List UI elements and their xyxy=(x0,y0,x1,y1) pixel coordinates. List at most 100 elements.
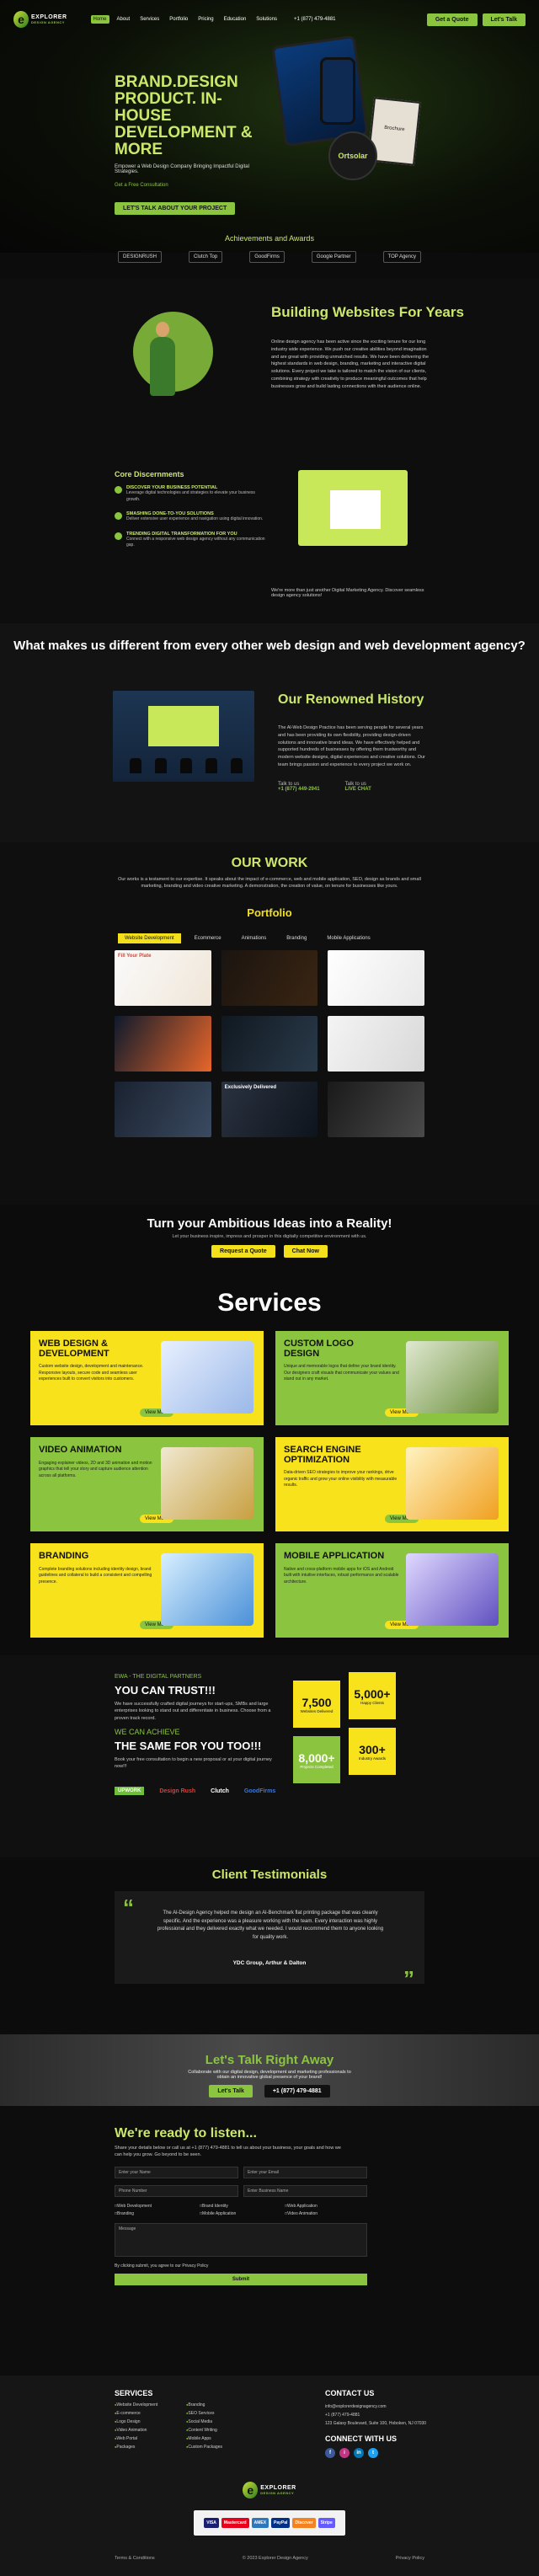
portfolio-thumb[interactable] xyxy=(328,1082,424,1137)
footer: SERVICES Website Development Branding E-… xyxy=(0,2376,539,2576)
live-chat-link: LIVE CHAT xyxy=(344,787,371,792)
checkbox-branding[interactable]: Branding xyxy=(115,2211,197,2216)
web-design-art xyxy=(161,1341,253,1414)
talk-subtitle: Collaborate with our digital design, dev… xyxy=(188,2070,351,2080)
partner-logo: Design Rush xyxy=(159,1788,196,1794)
phone-field[interactable]: Phone Number xyxy=(115,2185,238,2197)
hero-devices-illustration: Brochure Ortsolar xyxy=(271,35,421,188)
footer-link[interactable]: E-commerce xyxy=(115,2411,178,2416)
core-item: SMASHING DONE-TO-YOU SOLUTIONS Deliver ex… xyxy=(115,511,266,523)
chat-block[interactable]: Talk to us LIVE CHAT xyxy=(345,782,371,792)
chat-now-button[interactable]: Chat Now xyxy=(283,1245,328,1258)
email-field[interactable]: Enter your Email xyxy=(243,2167,367,2178)
name-field[interactable]: Enter your Name xyxy=(115,2167,238,2178)
service-card-video-animation: VIDEO ANIMATION Engaging explainer videos… xyxy=(30,1437,264,1531)
tab-animations[interactable]: Animations xyxy=(235,933,274,943)
footer-link[interactable]: Content Writing xyxy=(186,2428,249,2433)
brand-logo[interactable]: e EXPLORER DESIGN AGENCY xyxy=(13,11,67,28)
hero-title: BRAND.DESIGN PRODUCT. IN-HOUSE DEVELOPME… xyxy=(115,73,253,158)
nav-services[interactable]: Services xyxy=(137,15,162,24)
facebook-icon[interactable]: f xyxy=(325,2448,335,2458)
portfolio-thumb[interactable] xyxy=(221,1016,318,1072)
talk-phone-button[interactable]: +1 (877) 479-4881 xyxy=(264,2085,330,2098)
nav-home[interactable]: Home xyxy=(90,15,109,24)
achieve-text: Book your free consultation to begin a n… xyxy=(115,1757,272,1770)
nav-about[interactable]: About xyxy=(115,15,133,24)
portfolio-thumb[interactable]: Fill Your Plate xyxy=(115,950,211,1006)
footer-link[interactable]: Logo Design xyxy=(115,2419,178,2424)
footer-link[interactable]: Custom Packages xyxy=(186,2445,249,2450)
checkbox-web-development[interactable]: Web Development xyxy=(115,2204,197,2209)
mastercard-icon: Mastercard xyxy=(221,2518,249,2528)
footer-link[interactable]: SEO Services xyxy=(186,2411,249,2416)
footer-link[interactable]: Social Media xyxy=(186,2419,249,2424)
footer-link[interactable]: Web Portal xyxy=(115,2436,178,2441)
portfolio-thumb[interactable] xyxy=(221,950,318,1006)
testimonial-card: “ The Al-Design Agency helped me design … xyxy=(115,1891,424,1991)
partner-logo: UPWORK xyxy=(115,1787,145,1795)
form-subtitle: Share your details below or call us at +… xyxy=(115,2146,341,2158)
nav-education[interactable]: Education xyxy=(221,15,249,24)
quote-close-icon: ” xyxy=(403,1966,414,1991)
amex-icon: AMEX xyxy=(251,2518,270,2528)
lets-talk-button[interactable]: Let's Talk xyxy=(482,13,526,26)
nav-portfolio[interactable]: Portfolio xyxy=(167,15,190,24)
portfolio-thumb[interactable] xyxy=(328,950,424,1006)
main-nav: Home About Services Portfolio Pricing Ed… xyxy=(90,15,339,24)
footer-link[interactable]: Mobile Apps xyxy=(186,2436,249,2441)
portfolio-thumb[interactable]: Exclusively Delivered xyxy=(221,1082,318,1137)
footer-link[interactable]: Website Development xyxy=(115,2402,178,2408)
twitter-icon[interactable]: t xyxy=(368,2448,378,2458)
tab-ecommerce[interactable]: Ecommerce xyxy=(188,933,228,943)
core-list: DISCOVER YOUR BUSINESS POTENTIAL Leverage… xyxy=(115,485,266,558)
work-title: OUR WORK xyxy=(231,856,308,870)
get-quote-button[interactable]: Get a Quote xyxy=(426,13,478,26)
award-badge: Google Partner xyxy=(311,251,356,263)
turn-title: Turn your Ambitious Ideas into a Reality… xyxy=(147,1216,392,1231)
stat-websites: 7,500 Websites Delivered xyxy=(293,1681,340,1728)
submit-button[interactable]: Submit xyxy=(115,2274,367,2285)
call-block[interactable]: Talk to us +1 (877) 449-2941 xyxy=(278,782,320,792)
footer-email[interactable]: info@explorerdesignagency.com xyxy=(325,2402,435,2411)
stats-grid: 7,500 Websites Delivered 5,000+ Happy Clie… xyxy=(293,1672,428,1807)
services-grid: WEB DESIGN & DEVELOPMENT Custom website d… xyxy=(30,1331,509,1638)
business-name-field[interactable]: Enter Business Name xyxy=(243,2185,367,2197)
request-quote-button[interactable]: Request a Quote xyxy=(211,1245,275,1258)
trust-heading: YOU CAN TRUST!!! xyxy=(115,1684,216,1697)
seo-art xyxy=(406,1447,499,1520)
checkbox-web-application[interactable]: Web Application xyxy=(285,2204,367,2209)
logo-design-art xyxy=(406,1341,499,1414)
footer-link[interactable]: Branding xyxy=(186,2402,249,2408)
hero-cta-button[interactable]: LET'S TALK ABOUT YOUR PROJECT xyxy=(115,202,236,215)
message-field[interactable]: Message xyxy=(115,2223,367,2257)
talk-button[interactable]: Let's Talk xyxy=(209,2085,253,2098)
core-item: TRENDING DIGITAL TRANSFORMATION FOR YOU C… xyxy=(115,532,266,549)
footer-link[interactable]: Video Animation xyxy=(115,2428,178,2433)
award-badge: GoodFirms xyxy=(249,251,285,263)
nav-phone[interactable]: +1 (877) 479-4881 xyxy=(291,15,339,24)
nav-pricing[interactable]: Pricing xyxy=(195,15,216,24)
nav-solutions[interactable]: Solutions xyxy=(253,15,280,24)
check-icon xyxy=(115,532,122,540)
footer-connect-title: CONNECT WITH US xyxy=(325,2434,397,2443)
mobile-app-art xyxy=(406,1553,499,1626)
instagram-icon[interactable]: i xyxy=(339,2448,350,2458)
footer-logo[interactable]: e EXPLORER DESIGN AGENCY xyxy=(0,2482,539,2499)
portfolio-thumb[interactable] xyxy=(115,1016,211,1072)
tab-website-development[interactable]: Website Development xyxy=(118,933,181,943)
portfolio-thumb[interactable] xyxy=(328,1016,424,1072)
privacy-link[interactable]: Privacy Policy xyxy=(396,2556,424,2561)
tab-branding[interactable]: Branding xyxy=(280,933,313,943)
footer-phone[interactable]: +1 (877) 479-4881 xyxy=(325,2411,435,2419)
team-meeting-image xyxy=(113,691,254,782)
service-checkboxes: Web Development Brand Identity Web Appli… xyxy=(115,2204,367,2216)
linkedin-icon[interactable]: in xyxy=(354,2448,364,2458)
checkbox-mobile-application[interactable]: Mobile Application xyxy=(200,2211,282,2216)
checkbox-brand-identity[interactable]: Brand Identity xyxy=(200,2204,282,2209)
terms-link[interactable]: Terms & Conditions xyxy=(115,2556,155,2561)
portfolio-thumb[interactable] xyxy=(115,1082,211,1137)
footer-link[interactable]: Packages xyxy=(115,2445,178,2450)
checkbox-video-animation[interactable]: Video Animation xyxy=(285,2211,367,2216)
tab-mobile-applications[interactable]: Mobile Applications xyxy=(320,933,376,943)
footer-services-title: SERVICES xyxy=(115,2389,153,2397)
